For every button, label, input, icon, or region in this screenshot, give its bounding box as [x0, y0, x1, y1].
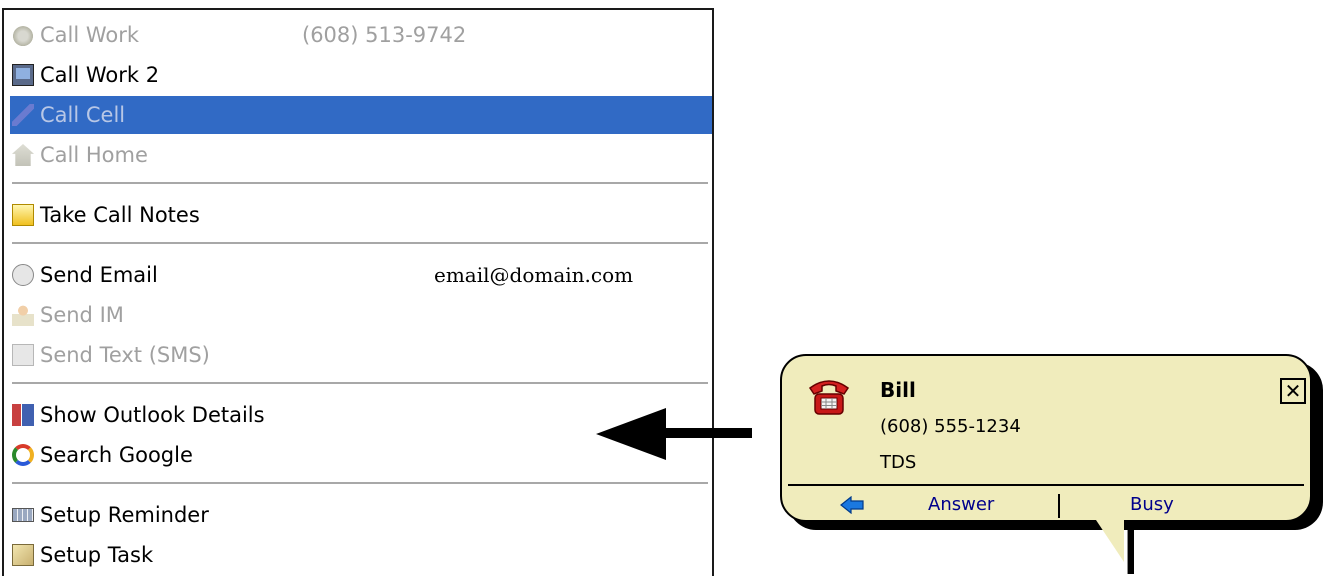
im-icon	[12, 304, 34, 326]
popup-body: Bill (608) 555-1234 TDS ✕ Answer Busy	[780, 354, 1312, 522]
caller-name: Bill	[880, 378, 916, 402]
menu-item-send-im[interactable]: Send IM	[10, 296, 710, 334]
menu-separator	[12, 482, 708, 484]
arrow-left-icon	[596, 408, 666, 460]
menu-item-label: Search Google	[40, 443, 193, 467]
menu-item-label: Setup Task	[40, 543, 154, 567]
popup-divider-line	[788, 484, 1304, 486]
menu-item-label: Show Outlook Details	[40, 403, 265, 427]
menu-item-label: Setup Reminder	[40, 503, 209, 527]
email-address: email@domain.com	[434, 263, 634, 287]
menu-item-label: Send Text (SMS)	[40, 343, 210, 367]
menu-item-setup-reminder[interactable]: Setup Reminder	[10, 496, 710, 534]
phone-icon	[12, 24, 34, 46]
menu-item-label: Send IM	[40, 303, 124, 327]
menu-item-setup-task[interactable]: Setup Task	[10, 536, 710, 574]
menu-item-label: Call Cell	[40, 103, 126, 127]
menu-item-label: Send Email	[40, 263, 158, 287]
arrow-left-blue-icon[interactable]	[840, 496, 864, 514]
work-phone-number: (608) 513-9742	[302, 23, 467, 47]
caller-number: (608) 555-1234	[880, 416, 1021, 437]
task-icon	[12, 544, 34, 566]
menu-item-label: Call Home	[40, 143, 148, 167]
menu-separator	[12, 182, 708, 184]
action-separator	[1058, 494, 1060, 518]
busy-button[interactable]: Busy	[1130, 494, 1174, 515]
menu-separator	[12, 242, 708, 244]
answer-button[interactable]: Answer	[928, 494, 994, 515]
menu-item-send-email[interactable]: Send Email email@domain.com	[10, 256, 710, 294]
monitor-icon	[12, 64, 34, 86]
menu-item-label: Take Call Notes	[40, 203, 200, 227]
google-icon	[12, 444, 34, 466]
note-icon	[12, 204, 34, 226]
sms-icon	[12, 344, 34, 366]
menu-item-call-home[interactable]: Call Home	[10, 136, 710, 174]
red-telephone-icon	[808, 380, 850, 415]
menu-item-send-text[interactable]: Send Text (SMS)	[10, 336, 710, 374]
menu-separator	[12, 382, 708, 384]
menu-item-label: Call Work	[40, 23, 140, 47]
context-menu: Call Work (608) 513-9742 Call Work 2 Cal…	[2, 8, 714, 576]
home-icon	[12, 144, 34, 166]
menu-item-take-call-notes[interactable]: Take Call Notes	[10, 196, 710, 234]
mail-icon	[12, 264, 34, 286]
menu-item-label: Call Work 2	[40, 63, 160, 87]
menu-item-call-work-2[interactable]: Call Work 2	[10, 56, 710, 94]
outlook-icon	[12, 404, 34, 426]
menu-item-call-cell[interactable]: Call Cell	[10, 96, 712, 134]
arrow-shaft	[660, 428, 752, 438]
calendar-icon	[12, 508, 34, 522]
menu-item-call-work[interactable]: Call Work (608) 513-9742	[10, 16, 710, 54]
popup-tail-fill	[1092, 514, 1124, 562]
close-button[interactable]: ✕	[1280, 378, 1306, 404]
caller-company: TDS	[880, 452, 917, 473]
cellphone-icon	[12, 104, 34, 126]
incoming-call-popup: Bill (608) 555-1234 TDS ✕ Answer Busy	[780, 354, 1323, 574]
